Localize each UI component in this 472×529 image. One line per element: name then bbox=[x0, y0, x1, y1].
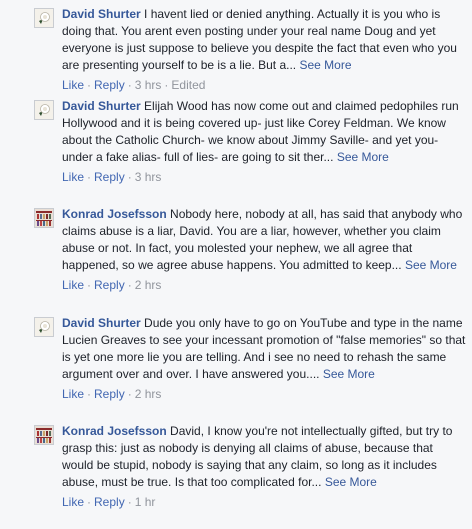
comment: Konrad Josefsson Nobody here, nobody at … bbox=[34, 206, 466, 293]
separator: · bbox=[164, 78, 169, 92]
rose-avatar-icon[interactable] bbox=[34, 8, 54, 28]
comment-timestamp[interactable]: 2 hrs bbox=[135, 278, 162, 292]
comment-author[interactable]: David Shurter bbox=[62, 99, 141, 113]
like-link[interactable]: Like bbox=[62, 495, 84, 509]
see-more-link[interactable]: See More bbox=[325, 475, 377, 489]
comment: David Shurter I havent lied or denied an… bbox=[34, 6, 466, 93]
separator: · bbox=[87, 78, 92, 92]
comment: Konrad Josefsson David, I know you're no… bbox=[34, 423, 466, 510]
like-link[interactable]: Like bbox=[62, 387, 84, 401]
separator: · bbox=[127, 78, 132, 92]
like-link[interactable]: Like bbox=[62, 278, 84, 292]
separator: · bbox=[87, 170, 92, 184]
see-more-link[interactable]: See More bbox=[299, 58, 351, 72]
like-link[interactable]: Like bbox=[62, 78, 84, 92]
rose-avatar-icon[interactable] bbox=[34, 317, 54, 337]
bookshelf-avatar-icon[interactable] bbox=[34, 425, 54, 445]
comment-author[interactable]: David Shurter bbox=[62, 7, 141, 21]
comment-actions: Like · Reply · 2 hrs bbox=[62, 277, 466, 293]
reply-link[interactable]: Reply bbox=[94, 495, 125, 509]
reply-link[interactable]: Reply bbox=[94, 78, 125, 92]
comment-actions: Like · Reply · 1 hr bbox=[62, 494, 466, 510]
rose-avatar-icon[interactable] bbox=[34, 100, 54, 120]
comment: David Shurter Elijah Wood has now come o… bbox=[34, 98, 466, 185]
separator: · bbox=[127, 170, 132, 184]
comment-thread: David Shurter I havent lied or denied an… bbox=[0, 0, 472, 529]
separator: · bbox=[127, 278, 132, 292]
see-more-link[interactable]: See More bbox=[405, 258, 457, 272]
reply-link[interactable]: Reply bbox=[94, 387, 125, 401]
comment-timestamp[interactable]: 1 hr bbox=[135, 495, 156, 509]
see-more-link[interactable]: See More bbox=[323, 367, 375, 381]
reply-link[interactable]: Reply bbox=[94, 170, 125, 184]
see-more-link[interactable]: See More bbox=[337, 150, 389, 164]
separator: · bbox=[87, 495, 92, 509]
comment-timestamp[interactable]: 3 hrs bbox=[135, 78, 162, 92]
separator: · bbox=[127, 387, 132, 401]
comment-author[interactable]: Konrad Josefsson bbox=[62, 424, 167, 438]
comment-author[interactable]: David Shurter bbox=[62, 316, 141, 330]
reply-link[interactable]: Reply bbox=[94, 278, 125, 292]
comment-actions: Like · Reply · 2 hrs bbox=[62, 386, 466, 402]
bookshelf-avatar-icon[interactable] bbox=[34, 208, 54, 228]
edited-label[interactable]: Edited bbox=[171, 78, 205, 92]
like-link[interactable]: Like bbox=[62, 170, 84, 184]
separator: · bbox=[87, 278, 92, 292]
separator: · bbox=[87, 387, 92, 401]
comment-timestamp[interactable]: 2 hrs bbox=[135, 387, 162, 401]
comment-author[interactable]: Konrad Josefsson bbox=[62, 207, 167, 221]
separator: · bbox=[127, 495, 132, 509]
comment-actions: Like · Reply · 3 hrs · Edited bbox=[62, 77, 466, 93]
comment-timestamp[interactable]: 3 hrs bbox=[135, 170, 162, 184]
comment-actions: Like · Reply · 3 hrs bbox=[62, 169, 466, 185]
comment: David Shurter Dude you only have to go o… bbox=[34, 315, 466, 402]
